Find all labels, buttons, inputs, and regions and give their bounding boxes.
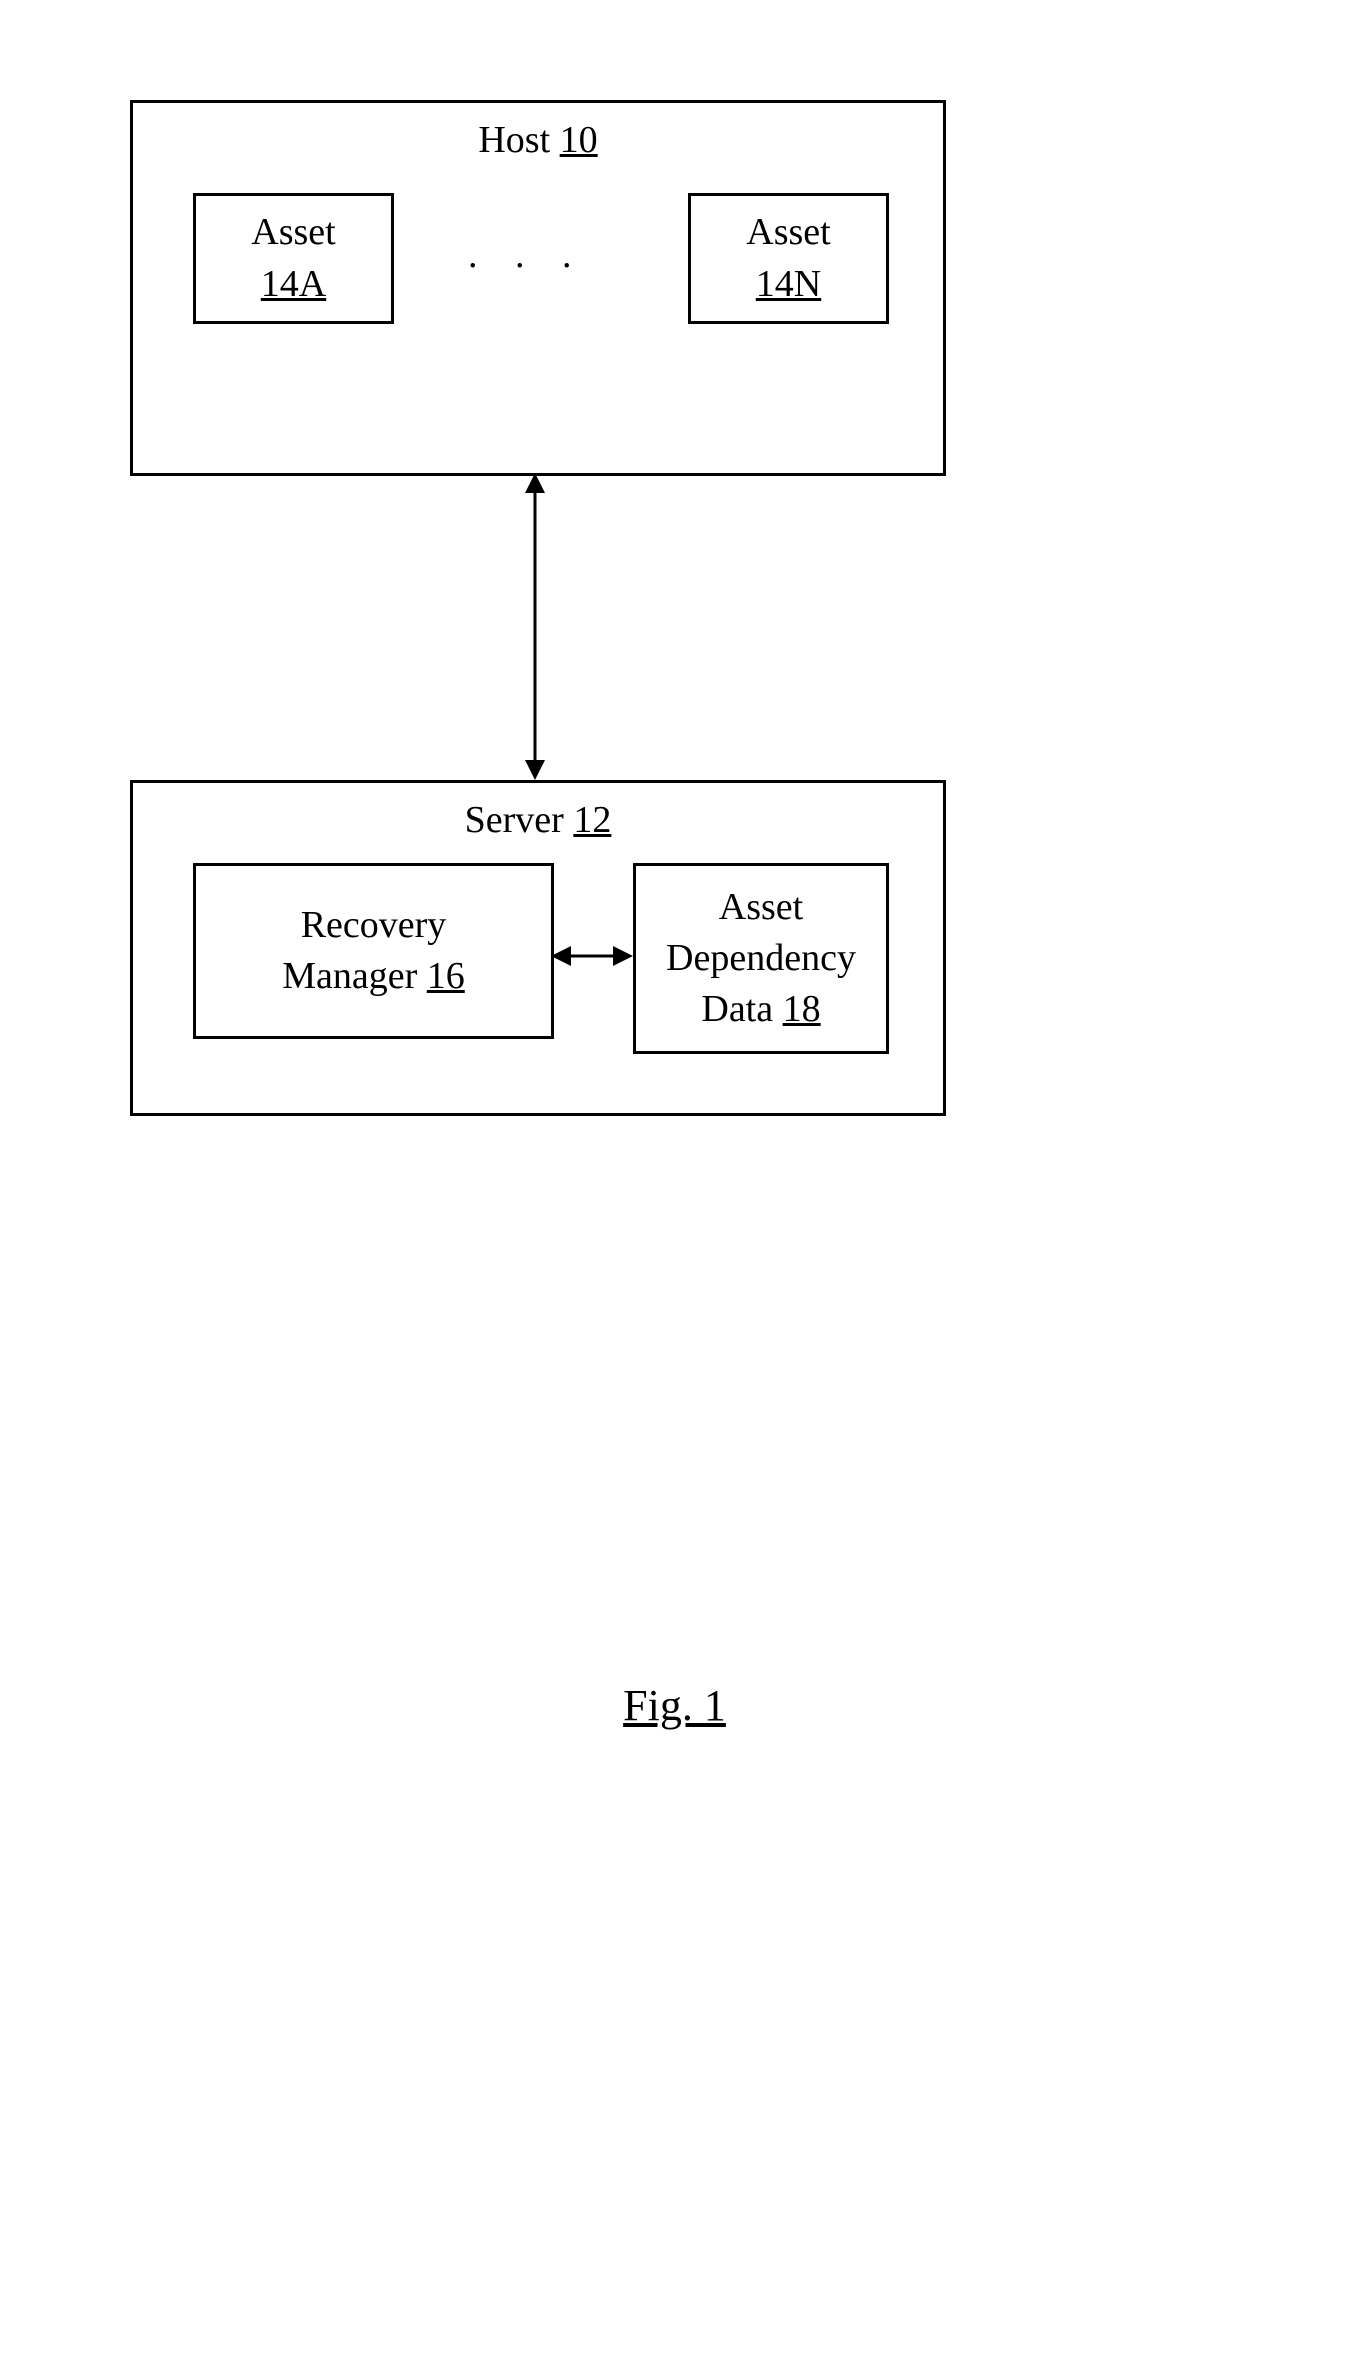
arrow-vertical (520, 473, 550, 780)
asset-dep-ref: 18 (783, 988, 821, 1030)
asset-dep-line3-prefix: Data (701, 988, 782, 1030)
diagram-container: Host 10 Asset 14A . . . Asset 14N Server… (0, 0, 1349, 2363)
server-title: Server 12 (133, 798, 943, 842)
recovery-manager-box: Recovery Manager 16 (193, 863, 554, 1039)
asset-dep-line1: Asset (719, 882, 803, 933)
arrow-horizontal (551, 941, 633, 971)
asset-n-box: Asset 14N (688, 193, 889, 324)
recovery-line2: Manager 16 (282, 951, 465, 1002)
server-box: Server 12 Recovery Manager 16 Asset Depe… (130, 780, 946, 1116)
ellipsis: . . . (468, 233, 586, 277)
host-title-text: Host (478, 119, 559, 161)
recovery-line2-prefix: Manager (282, 955, 427, 997)
asset-n-label: Asset (746, 207, 830, 258)
host-title: Host 10 (133, 118, 943, 162)
server-title-text: Server (465, 799, 574, 841)
recovery-ref: 16 (427, 955, 465, 997)
asset-dependency-box: Asset Dependency Data 18 (633, 863, 889, 1054)
host-box: Host 10 Asset 14A . . . Asset 14N (130, 100, 946, 476)
figure-caption: Fig. 1 (0, 1680, 1349, 1731)
recovery-line1: Recovery (301, 900, 447, 951)
server-ref: 12 (573, 799, 611, 841)
asset-a-box: Asset 14A (193, 193, 394, 324)
asset-a-label: Asset (251, 207, 335, 258)
asset-dep-line3: Data 18 (701, 984, 820, 1035)
asset-a-ref: 14A (261, 259, 326, 310)
host-ref: 10 (560, 119, 598, 161)
asset-dep-line2: Dependency (666, 933, 856, 984)
asset-n-ref: 14N (756, 259, 821, 310)
